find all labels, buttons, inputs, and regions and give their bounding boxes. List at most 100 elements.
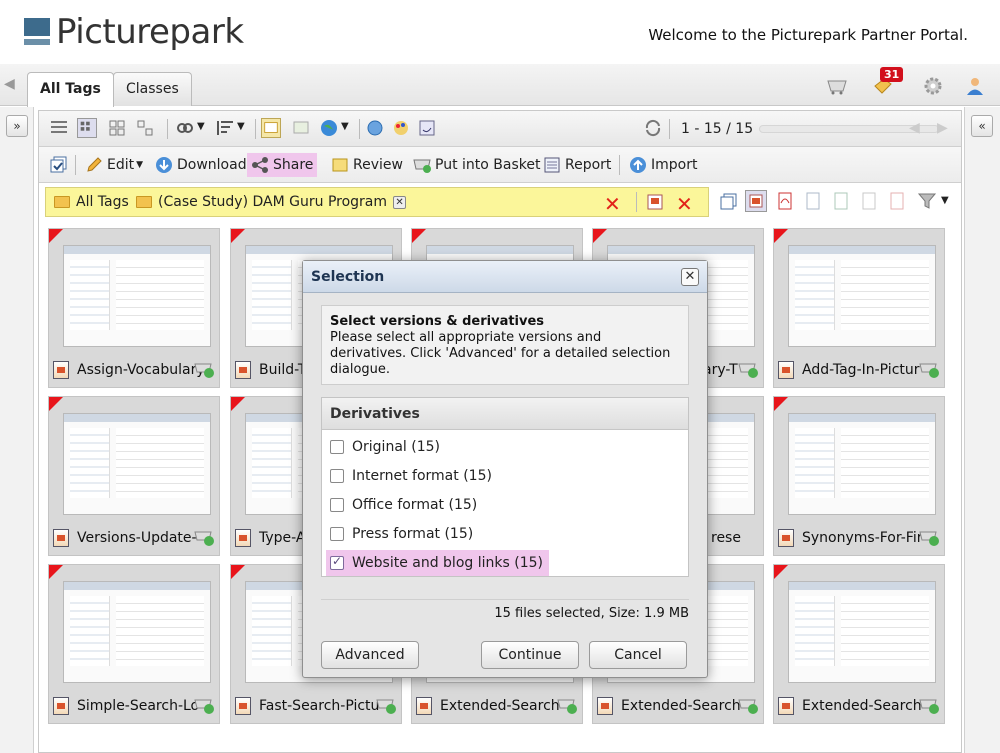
preview-icon[interactable] xyxy=(291,118,311,138)
asset-caption: ary-T xyxy=(703,362,738,378)
tab-classes[interactable]: Classes xyxy=(113,72,192,106)
download-button[interactable]: Download xyxy=(155,153,247,177)
share-icon xyxy=(252,157,268,173)
add-to-basket-icon[interactable] xyxy=(193,527,215,547)
refresh-icon[interactable] xyxy=(643,118,663,138)
delete-filter-icon[interactable]: ✕ xyxy=(676,192,693,216)
checkbox[interactable] xyxy=(330,440,344,454)
image-file-icon xyxy=(235,361,251,379)
add-to-basket-icon[interactable] xyxy=(193,359,215,379)
image-format-icon[interactable] xyxy=(745,190,767,212)
excel-icon[interactable] xyxy=(831,191,851,211)
edit-button[interactable]: Edit ▼ xyxy=(85,153,143,177)
link-icon[interactable] xyxy=(175,118,195,138)
add-to-basket-icon[interactable] xyxy=(375,695,397,715)
logo: Picturepark xyxy=(24,12,244,52)
asset-caption: Versions-Update- xyxy=(77,530,197,546)
select-all-icon[interactable] xyxy=(261,118,281,138)
asset-thumbnail xyxy=(788,413,936,515)
ppt-icon[interactable] xyxy=(887,191,907,211)
action-toolbar: Edit ▼ Download Share Review Put into Bas… xyxy=(39,147,961,183)
expand-left-panel-button[interactable]: » xyxy=(6,115,28,137)
add-to-basket-icon[interactable] xyxy=(556,695,578,715)
prev-page-icon[interactable]: ◀ xyxy=(909,120,920,136)
link-dropdown-icon[interactable]: ▼ xyxy=(197,121,205,132)
logo-mark-icon xyxy=(24,16,50,48)
remove-tag-icon[interactable]: ✕ xyxy=(393,195,407,209)
add-to-basket-icon[interactable] xyxy=(918,695,940,715)
report-button[interactable]: Report xyxy=(543,153,611,177)
put-into-basket-button[interactable]: Put into Basket xyxy=(413,153,540,177)
advanced-button[interactable]: Advanced xyxy=(321,641,419,669)
share-label: Share xyxy=(273,157,314,173)
option-original[interactable]: Original (15) xyxy=(326,434,446,460)
basket-icon[interactable] xyxy=(826,76,848,96)
left-panel-collapsed: » xyxy=(0,107,34,753)
continue-button[interactable]: Continue xyxy=(481,641,579,669)
checkbox[interactable] xyxy=(330,527,344,541)
checkbox-checked[interactable] xyxy=(330,554,344,570)
add-to-basket-icon[interactable] xyxy=(737,695,759,715)
option-website-blog-links[interactable]: Website and blog links (15) xyxy=(326,550,549,576)
review-button[interactable]: Review xyxy=(331,153,403,177)
asset-tile[interactable]: Simple-Search-Lo xyxy=(48,564,220,724)
checkbox[interactable] xyxy=(330,469,344,483)
review-icon xyxy=(332,158,348,172)
save-filter-icon[interactable] xyxy=(646,193,664,211)
share-button[interactable]: Share xyxy=(247,153,318,177)
basket-add-icon xyxy=(413,159,431,173)
user-avatar-icon[interactable] xyxy=(964,76,986,96)
sort-dropdown-icon[interactable]: ▼ xyxy=(237,121,245,132)
clear-filter-icon[interactable]: ✕ xyxy=(604,192,621,216)
select-checkbox-small-icon[interactable] xyxy=(719,191,739,211)
attachment-icon[interactable] xyxy=(417,118,437,138)
add-to-basket-icon[interactable] xyxy=(193,695,215,715)
thumbnail-view-icon[interactable] xyxy=(77,118,97,138)
option-internet-format[interactable]: Internet format (15) xyxy=(326,463,498,489)
asset-caption: Extended-Search- xyxy=(621,698,746,714)
asset-tile[interactable]: Extended-Search- xyxy=(773,564,945,724)
import-button[interactable]: Import xyxy=(629,153,697,177)
text-doc-icon[interactable] xyxy=(859,191,879,211)
asset-tile[interactable]: Add-Tag-In-Pictur xyxy=(773,228,945,388)
add-to-basket-icon[interactable] xyxy=(918,527,940,547)
add-to-basket-icon[interactable] xyxy=(737,359,759,379)
expand-right-panel-button[interactable]: « xyxy=(971,115,993,137)
large-thumb-view-icon[interactable] xyxy=(107,118,127,138)
globe-dropdown-icon[interactable]: ▼ xyxy=(341,121,349,132)
filter-dropdown-icon[interactable]: ▼ xyxy=(941,195,949,206)
view-toolbar: ▼ ▼ ▼ 1 - 15 / 15 ◀ ▶ xyxy=(39,111,961,147)
image-file-icon xyxy=(778,361,794,379)
tab-all-tags[interactable]: All Tags xyxy=(27,72,114,107)
crumb-case-study[interactable]: (Case Study) DAM Guru Program ✕ xyxy=(136,194,407,210)
cancel-button[interactable]: Cancel xyxy=(589,641,687,669)
tab-bar: ◀ All Tags Classes 31 xyxy=(0,64,1000,107)
gear-icon[interactable] xyxy=(922,76,944,96)
option-office-format[interactable]: Office format (15) xyxy=(326,492,483,518)
color-palette-icon[interactable] xyxy=(391,118,411,138)
asset-thumbnail xyxy=(63,245,211,347)
back-arrow-icon[interactable]: ◀ xyxy=(4,76,15,92)
crumb-all-tags[interactable]: All Tags xyxy=(54,194,129,210)
web-icon[interactable] xyxy=(365,118,385,138)
right-panel-collapsed: « xyxy=(964,107,1000,753)
image-file-icon xyxy=(235,697,251,715)
detail-view-icon[interactable] xyxy=(135,118,155,138)
next-page-icon[interactable]: ▶ xyxy=(937,120,948,136)
checkbox[interactable] xyxy=(330,498,344,512)
option-press-format[interactable]: Press format (15) xyxy=(326,521,479,547)
add-to-basket-icon[interactable] xyxy=(918,359,940,379)
select-checkbox-icon[interactable] xyxy=(49,154,69,174)
asset-tile[interactable]: Versions-Update- xyxy=(48,396,220,556)
sort-icon[interactable] xyxy=(215,118,235,138)
list-view-icon[interactable] xyxy=(49,118,69,138)
asset-tile[interactable]: Synonyms-For-Fir xyxy=(773,396,945,556)
close-icon[interactable]: ✕ xyxy=(681,268,699,286)
globe-icon[interactable] xyxy=(319,118,339,138)
asset-tile[interactable]: Assign-Vocabulary xyxy=(48,228,220,388)
review-label: Review xyxy=(353,157,403,173)
word-icon[interactable] xyxy=(803,191,823,211)
report-label: Report xyxy=(565,157,612,173)
pdf-icon[interactable] xyxy=(775,191,795,211)
filter-funnel-icon[interactable] xyxy=(917,191,937,211)
